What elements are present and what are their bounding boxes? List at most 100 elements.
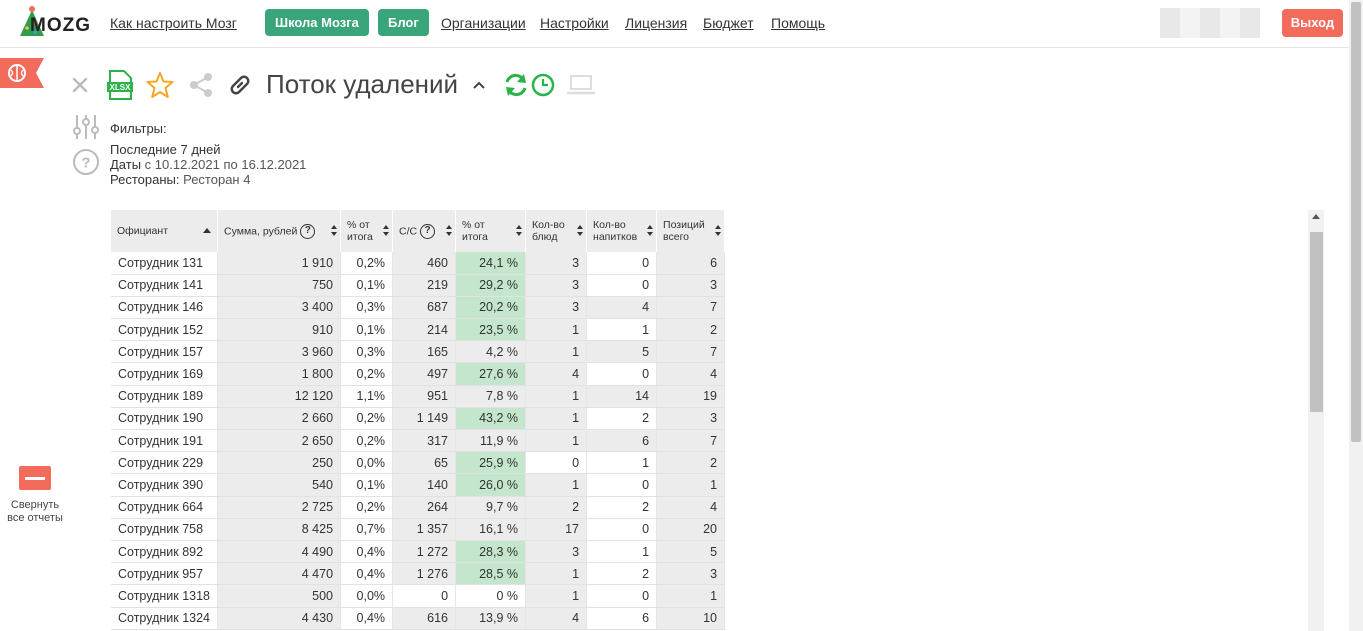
nav-school-button[interactable]: Школа Мозга: [265, 9, 369, 36]
cell-value: 1: [656, 584, 726, 608]
cell-waiter: Сотрудник 157: [111, 340, 219, 364]
table-row[interactable]: Сотрудник 892 4 490 0,4% 1 272 28,3 % 3 1 5: [111, 540, 726, 564]
filters-icon[interactable]: [72, 113, 100, 141]
cell-value: 1: [525, 429, 588, 453]
cell-value: 0: [586, 252, 658, 275]
table-row[interactable]: Сотрудник 191 2 650 0,2% 317 11,9 % 1 6 7: [111, 429, 726, 453]
table-row[interactable]: Сотрудник 152 910 0,1% 214 23,5 % 1 1 2: [111, 318, 726, 342]
table-row[interactable]: Сотрудник 169 1 800 0,2% 497 27,6 % 4 0 4: [111, 362, 726, 386]
cell-value: 0,3%: [340, 296, 394, 320]
table-row[interactable]: Сотрудник 957 4 470 0,4% 1 276 28,5 % 1 2 3: [111, 562, 726, 586]
col-header-pct-cost[interactable]: % от итога: [455, 210, 527, 252]
cell-value: 1: [525, 385, 588, 408]
col-header-cost[interactable]: С/С?: [392, 210, 457, 252]
col-header-drinks[interactable]: Кол-во напитков: [586, 210, 658, 252]
help-icon[interactable]: ?: [72, 148, 100, 176]
cell-value: 3: [656, 407, 726, 431]
sort-icon: [647, 225, 654, 237]
filter-restaurants: Рестораны: Ресторан 4: [110, 172, 250, 187]
nav-settings[interactable]: Настройки: [540, 15, 609, 31]
collapse-all-label: Свернуть все отчеты: [7, 499, 63, 524]
col-header-pct-cost-line2: итога: [462, 231, 488, 243]
clock-icon[interactable]: [530, 72, 556, 98]
logo[interactable]: MOZG: [18, 6, 94, 42]
table-row[interactable]: Сотрудник 190 2 660 0,2% 1 149 43,2 % 1 2 3: [111, 407, 726, 431]
cell-waiter: Сотрудник 152: [111, 318, 219, 342]
table-row[interactable]: Сотрудник 390 540 0,1% 140 26,0 % 1 0 1: [111, 473, 726, 497]
cell-value: 497: [392, 362, 457, 386]
cell-waiter: Сотрудник 146: [111, 296, 219, 320]
col-header-waiter[interactable]: Официант: [111, 210, 219, 252]
table-row[interactable]: Сотрудник 146 3 400 0,3% 687 20,2 % 3 4 7: [111, 296, 726, 320]
xlsx-icon[interactable]: XLSX: [106, 70, 134, 100]
cell-value: 13,9 %: [455, 607, 527, 630]
table-row[interactable]: Сотрудник 131 1 910 0,2% 460 24,1 % 3 0 6: [111, 252, 726, 275]
cell-waiter: Сотрудник 664: [111, 496, 219, 519]
filter-dates-value: с 10.12.2021 по 16.12.2021: [144, 157, 307, 172]
cell-waiter: Сотрудник 169: [111, 362, 219, 386]
table-row[interactable]: Сотрудник 1318 500 0,0% 0 0 % 1 0 1: [111, 584, 726, 608]
nav-how-to[interactable]: Как настроить Мозг: [110, 15, 237, 31]
col-header-pct-sum-line1: % от: [347, 219, 370, 231]
cell-value: 12 120: [217, 385, 342, 408]
cell-value: 23,5 %: [455, 318, 527, 342]
top-navbar: MOZG Как настроить Мозг Школа Мозга Блог…: [0, 0, 1363, 48]
cell-value: 1: [525, 407, 588, 431]
cell-waiter: Сотрудник 892: [111, 540, 219, 564]
report-table: Официант Сумма, рублей? % от итога С/С? %…: [111, 210, 726, 630]
cell-value: 0,0%: [340, 451, 394, 475]
table-row[interactable]: Сотрудник 229 250 0,0% 65 25,9 % 0 1 2: [111, 451, 726, 475]
table-row[interactable]: Сотрудник 157 3 960 0,3% 165 4,2 % 1 5 7: [111, 340, 726, 364]
close-icon[interactable]: [71, 76, 89, 94]
cell-value: 43,2 %: [455, 407, 527, 431]
cell-value: 7: [656, 340, 726, 364]
cell-value: 4: [525, 362, 588, 386]
collapse-all-button[interactable]: [19, 466, 51, 490]
star-icon[interactable]: [146, 71, 174, 99]
table-row[interactable]: Сотрудник 141 750 0,1% 219 29,2 % 3 0 3: [111, 274, 726, 297]
cell-value: 0,2%: [340, 362, 394, 386]
col-header-pct-sum[interactable]: % от итога: [340, 210, 394, 252]
user-info-blurred[interactable]: [1160, 8, 1260, 38]
help-icon[interactable]: ?: [300, 223, 316, 239]
brain-icon[interactable]: [0, 58, 44, 88]
refresh-icon[interactable]: [502, 71, 530, 99]
nav-budget[interactable]: Бюджет: [703, 15, 754, 31]
cell-waiter: Сотрудник 141: [111, 274, 219, 297]
cell-value: 165: [392, 340, 457, 364]
cell-value: 1: [525, 318, 588, 342]
page-scroll-thumb[interactable]: [1351, 2, 1361, 442]
help-icon[interactable]: ?: [420, 223, 436, 239]
cell-value: 4: [586, 296, 658, 320]
table-row[interactable]: Сотрудник 189 12 120 1,1% 951 7,8 % 1 14 19: [111, 385, 726, 408]
nav-license[interactable]: Лицензия: [625, 15, 687, 31]
col-header-waiter-label: Официант: [117, 225, 168, 237]
caret-up-icon[interactable]: [472, 80, 486, 90]
nav-organizations[interactable]: Организации: [441, 15, 526, 31]
col-header-dishes-line2: блюд: [532, 231, 558, 243]
cell-value: 4 490: [217, 540, 342, 564]
cell-value: 28,5 %: [455, 562, 527, 586]
link-icon[interactable]: [226, 71, 254, 99]
cell-value: 616: [392, 607, 457, 630]
logout-button[interactable]: Выход: [1282, 9, 1343, 37]
nav-blog-button[interactable]: Блог: [378, 9, 429, 36]
col-header-dishes[interactable]: Кол-во блюд: [525, 210, 588, 252]
cell-value: 1 910: [217, 252, 342, 275]
table-row[interactable]: Сотрудник 664 2 725 0,2% 264 9,7 % 2 2 4: [111, 496, 726, 519]
cell-value: 214: [392, 318, 457, 342]
cell-value: 0: [525, 451, 588, 475]
nav-help[interactable]: Помощь: [771, 15, 825, 31]
svg-text:XLSX: XLSX: [110, 83, 132, 92]
col-header-sum[interactable]: Сумма, рублей?: [217, 210, 342, 252]
table-row[interactable]: Сотрудник 1324 4 430 0,4% 616 13,9 % 4 6 10: [111, 607, 726, 630]
cell-value: 65: [392, 451, 457, 475]
share-icon[interactable]: [187, 71, 215, 99]
cell-value: 0,4%: [340, 540, 394, 564]
scroll-up-arrow-icon[interactable]: [1312, 214, 1320, 219]
col-header-items[interactable]: Позиций всего: [656, 210, 726, 252]
cell-value: 6: [586, 607, 658, 630]
table-row[interactable]: Сотрудник 758 8 425 0,7% 1 357 16,1 % 17 0 20: [111, 518, 726, 541]
laptop-icon[interactable]: [566, 74, 596, 96]
table-scroll-thumb[interactable]: [1310, 232, 1323, 412]
